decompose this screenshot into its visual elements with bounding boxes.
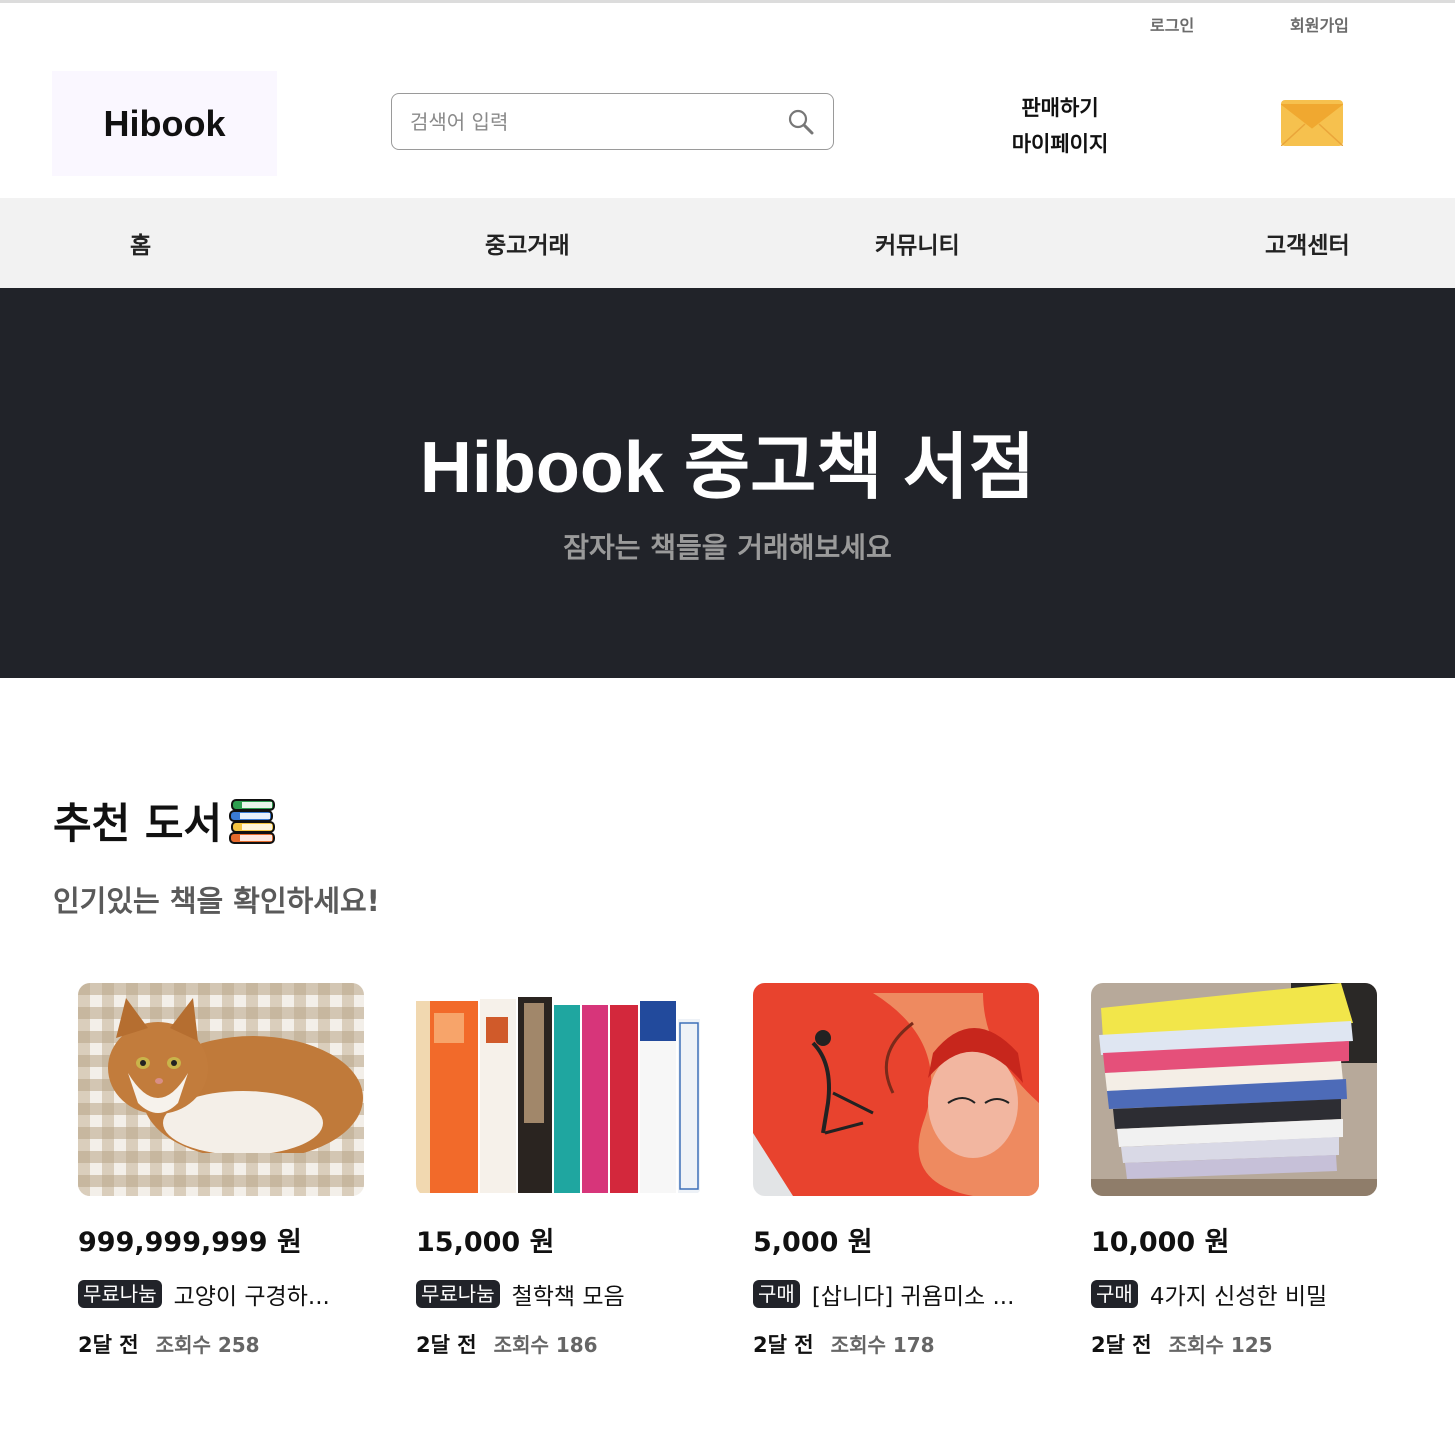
book-meta: 2달 전 조회수 125 xyxy=(1091,1329,1273,1359)
posted-time: 2달 전 xyxy=(78,1333,139,1357)
header-links: 판매하기 마이페이지 xyxy=(1000,90,1120,162)
book-meta: 2달 전 조회수 186 xyxy=(416,1329,598,1359)
book-title[interactable]: 고양이 구경하... xyxy=(174,1277,330,1311)
hero-banner: Hibook 중고책 서점 잠자는 책들을 거래해보세요 xyxy=(0,288,1455,678)
top-links: 로그인 회원가입 xyxy=(0,12,1455,36)
book-meta: 2달 전 조회수 178 xyxy=(753,1329,935,1359)
hero-subtitle: 잠자는 책들을 거래해보세요 xyxy=(563,531,892,564)
view-count: 조회수 178 xyxy=(830,1333,935,1357)
book-price: 5,000 원 xyxy=(753,1227,873,1258)
book-info-row: 무료나눔 철학책 모음 xyxy=(416,1277,625,1311)
book-spines-photo xyxy=(416,983,702,1196)
book-meta: 2달 전 조회수 258 xyxy=(78,1329,260,1359)
site-logo[interactable]: Hibook xyxy=(52,71,277,176)
book-thumbnail[interactable] xyxy=(78,983,364,1196)
book-title[interactable]: 4가지 신성한 비밀 xyxy=(1150,1277,1327,1311)
section-heading: 추천 도서 xyxy=(53,790,278,851)
book-card[interactable]: 999,999,999 원 무료나눔 고양이 구경하... 2달 전 조회수 2… xyxy=(78,983,364,1357)
book-card[interactable]: 10,000 원 구매 4가지 신성한 비밀 2달 전 조회수 125 xyxy=(1091,983,1377,1357)
book-thumbnail[interactable] xyxy=(753,983,1039,1196)
view-count: 조회수 258 xyxy=(155,1333,260,1357)
book-info-row: 구매 4가지 신성한 비밀 xyxy=(1091,1277,1327,1311)
search-box xyxy=(391,93,834,150)
top-border xyxy=(0,0,1455,3)
sell-link[interactable]: 판매하기 xyxy=(1000,90,1120,126)
books-icon xyxy=(229,798,276,844)
trade-type-badge: 구매 xyxy=(753,1280,800,1308)
login-link[interactable]: 로그인 xyxy=(1150,12,1194,36)
stacked-books-photo xyxy=(1091,983,1377,1196)
main-nav: 홈 중고거래 커뮤니티 고객센터 xyxy=(0,198,1455,288)
book-price: 10,000 원 xyxy=(1091,1227,1230,1258)
section-title: 추천 도서 xyxy=(53,799,223,848)
posted-time: 2달 전 xyxy=(1091,1333,1152,1357)
cat-photo xyxy=(78,983,364,1196)
book-card[interactable]: 15,000 원 무료나눔 철학책 모음 2달 전 조회수 186 xyxy=(416,983,702,1357)
book-thumbnail[interactable] xyxy=(416,983,702,1196)
posted-time: 2달 전 xyxy=(753,1333,814,1357)
signup-link[interactable]: 회원가입 xyxy=(1290,12,1349,36)
book-price: 15,000 원 xyxy=(416,1227,555,1258)
book-info-row: 구매 [삽니다] 귀욤미소 ... xyxy=(753,1277,1014,1311)
book-title[interactable]: [삽니다] 귀욤미소 ... xyxy=(812,1277,1015,1311)
nav-home[interactable]: 홈 xyxy=(130,226,151,260)
red-book-photo xyxy=(753,983,1039,1196)
posted-time: 2달 전 xyxy=(416,1333,477,1357)
trade-type-badge: 무료나눔 xyxy=(78,1280,162,1308)
nav-community[interactable]: 커뮤니티 xyxy=(875,226,960,260)
section-subtitle: 인기있는 책을 확인하세요! xyxy=(53,884,380,918)
view-count: 조회수 186 xyxy=(493,1333,598,1357)
view-count: 조회수 125 xyxy=(1168,1333,1273,1357)
book-info-row: 무료나눔 고양이 구경하... xyxy=(78,1277,330,1311)
nav-used-trade[interactable]: 중고거래 xyxy=(485,226,570,260)
nav-customer-center[interactable]: 고객센터 xyxy=(1265,226,1350,260)
search-icon[interactable] xyxy=(787,108,815,136)
search-input[interactable] xyxy=(410,106,780,138)
book-price: 999,999,999 원 xyxy=(78,1227,302,1258)
book-card[interactable]: 5,000 원 구매 [삽니다] 귀욤미소 ... 2달 전 조회수 178 xyxy=(753,983,1039,1357)
trade-type-badge: 구매 xyxy=(1091,1280,1138,1308)
trade-type-badge: 무료나눔 xyxy=(416,1280,500,1308)
mail-icon[interactable] xyxy=(1281,100,1343,146)
mypage-link[interactable]: 마이페이지 xyxy=(1000,126,1120,162)
hero-title: Hibook 중고책 서점 xyxy=(419,428,1036,508)
book-thumbnail[interactable] xyxy=(1091,983,1377,1196)
book-title[interactable]: 철학책 모음 xyxy=(512,1277,625,1311)
